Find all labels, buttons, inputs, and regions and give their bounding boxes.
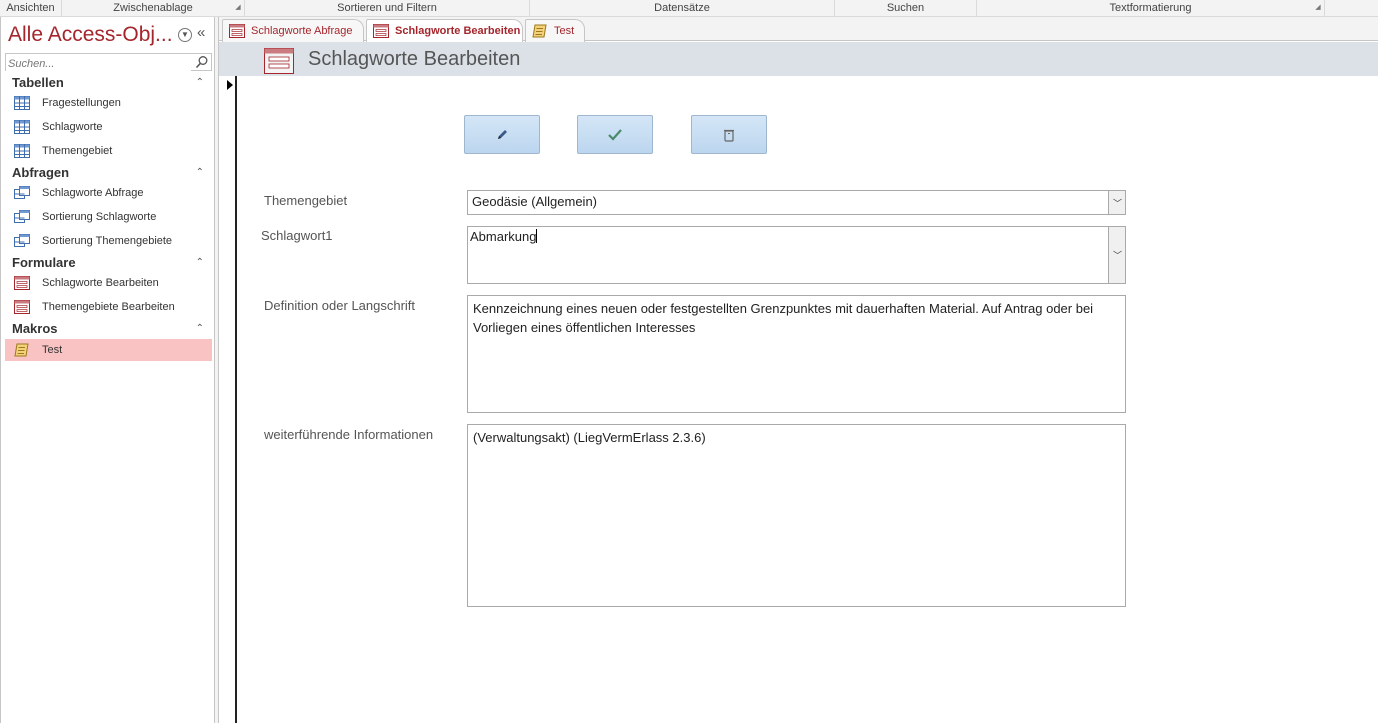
nav-item-label: Schlagworte Bearbeiten [42,277,159,289]
definition-textarea[interactable]: Kennzeichnung eines neuen oder festgeste… [467,295,1126,413]
ribbon-group-ansichten: Ansichten [0,0,62,17]
query-icon [14,210,30,223]
nav-pane-title[interactable]: Alle Access-Obj... [8,23,173,47]
form-icon [14,276,30,290]
record-selector[interactable] [219,76,237,723]
themengebiet-label: Themengebiet [264,193,348,208]
ribbon-group-bar: Ansichten Zwischenablage ◢ Sortieren und … [0,0,1378,17]
query-icon [14,234,30,247]
ribbon-group-label: Ansichten [6,2,55,14]
form-icon [229,24,245,38]
nav-item-label: Sortierung Themengebiete [42,235,173,247]
nav-section-abfragen[interactable]: Abfragen ⌃ [5,164,212,182]
nav-item-label: Test [42,344,63,356]
table-icon [14,96,30,110]
collapse-section-icon[interactable]: ⌃ [196,74,204,92]
nav-search-input[interactable] [6,56,191,72]
dialog-launcher-icon[interactable]: ◢ [234,4,242,12]
form-icon [14,300,30,314]
tab-label: Test [554,25,575,37]
nav-item-schlagworte-abfrage[interactable]: Schlagworte Abfrage [5,182,212,204]
schlagwort-label: Schlagwort1 [261,228,333,243]
tab-label: Schlagworte Abfrage [251,25,353,37]
current-record-arrow-icon [227,80,233,90]
nav-item-schlagworte-bearbeiten[interactable]: Schlagworte Bearbeiten [5,272,212,294]
nav-item-label: Themengebiete Bearbeiten [42,301,175,313]
ribbon-group-suchen: Suchen [835,0,977,17]
search-icon[interactable] [195,55,209,69]
nav-item-fragestellungen[interactable]: Fragestellungen [5,92,212,114]
themengebiet-combobox[interactable]: Geodäsie (Allgemein) ﹀ [467,190,1126,215]
nav-search-box [5,53,212,72]
nav-item-label: Sortierung Schlagworte [42,211,157,223]
collapse-section-icon[interactable]: ⌃ [196,320,204,338]
ribbon-group-sortieren: Sortieren und Filtern [245,0,530,17]
ribbon-group-datensaetze: Datensätze [530,0,835,17]
macro-icon [14,343,29,357]
combo-dropdown-button[interactable]: ﹀ [1108,227,1125,283]
checkmark-icon [608,128,622,141]
ribbon-group-zwischenablage: Zwischenablage ◢ [62,0,245,17]
ribbon-group-label: Sortieren und Filtern [337,2,437,14]
ribbon-group-label: Datensätze [654,2,710,14]
tab-test[interactable]: Test [525,19,585,42]
macro-icon [532,24,547,38]
ribbon-group-textformatierung: Textformatierung ◢ [977,0,1325,17]
tab-schlagworte-bearbeiten[interactable]: Schlagworte Bearbeiten [366,19,523,43]
document-tab-bar: Schlagworte Abfrage Schlagworte Bearbeit… [219,17,1378,43]
collapse-pane-icon[interactable]: « [197,24,205,41]
definition-label: Definition oder Langschrift [264,298,416,313]
chevron-down-icon: ﹀ [1113,250,1123,261]
tab-label: Schlagworte Bearbeiten [395,25,521,37]
navigation-pane: Alle Access-Obj... ▼ « Tabellen ⌃ Fragest… [0,17,215,723]
nav-section-formulare[interactable]: Formulare ⌃ [5,254,212,272]
schlagwort-value: Abmarkung [470,229,537,244]
schlagwort-value-wrap: Abmarkung [470,229,538,244]
chevron-down-icon: ﹀ [1113,198,1123,208]
nav-item-sortierung-schlagworte[interactable]: Sortierung Schlagworte [5,206,212,228]
themengebiet-value: Geodäsie (Allgemein) [472,194,598,209]
form-title: Schlagworte Bearbeiten [308,48,521,70]
dialog-launcher-icon[interactable]: ◢ [1314,4,1322,12]
nav-item-label: Themengebiet [42,145,113,157]
chevron-down-icon[interactable]: ▼ [178,28,192,42]
combo-dropdown-button[interactable]: ﹀ [1108,191,1125,214]
ribbon-group-label: Textformatierung [1109,2,1192,14]
section-label: Formulare [12,255,76,270]
ribbon-group-label: Zwischenablage [113,2,193,14]
section-label: Abfragen [12,165,70,180]
nav-section-makros[interactable]: Makros ⌃ [5,320,212,338]
nav-item-test[interactable]: Test [5,339,212,361]
info-textarea[interactable]: (Verwaltungsakt) (LiegVermErlass 2.3.6) [467,424,1126,607]
info-label: weiterführende Informationen [264,427,434,442]
form-header: Schlagworte Bearbeiten [219,42,1378,76]
nav-item-label: Schlagworte Abfrage [42,187,144,199]
nav-item-schlagworte[interactable]: Schlagworte [5,116,212,138]
schlagwort-field[interactable]: Abmarkung ﹀ [467,226,1126,284]
edit-button[interactable] [464,115,540,154]
save-button[interactable] [577,115,653,154]
nav-section-tabellen[interactable]: Tabellen ⌃ [5,74,212,92]
nav-item-label: Schlagworte [42,121,103,133]
nav-item-label: Fragestellungen [42,97,121,109]
tab-schlagworte-abfrage[interactable]: Schlagworte Abfrage [222,19,364,42]
table-icon [14,144,30,158]
nav-item-themengebiete-bearbeiten[interactable]: Themengebiete Bearbeiten [5,296,212,318]
section-label: Makros [12,321,58,336]
trash-icon [724,129,734,142]
form-icon [373,24,389,38]
section-label: Tabellen [12,75,64,90]
nav-item-themengebiet[interactable]: Themengebiet [5,140,212,162]
form-icon [264,48,294,74]
pencil-icon [498,129,507,139]
table-icon [14,120,30,134]
ribbon-group-label: Suchen [886,2,925,14]
collapse-section-icon[interactable]: ⌃ [196,164,204,182]
collapse-section-icon[interactable]: ⌃ [196,254,204,272]
delete-button[interactable] [691,115,767,154]
text-caret [536,229,538,243]
nav-item-sortierung-themengebiete[interactable]: Sortierung Themengebiete [5,230,212,252]
query-icon [14,186,30,199]
